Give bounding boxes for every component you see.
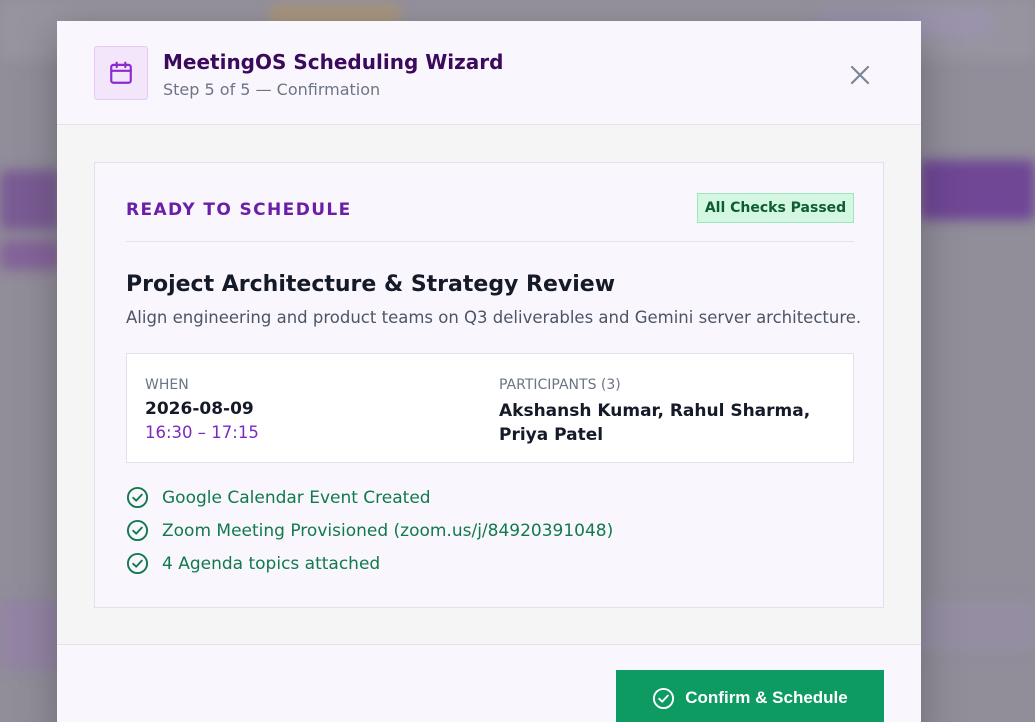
close-button[interactable] [846, 61, 874, 89]
summary-card: READY TO SCHEDULE All Checks Passed Proj… [94, 162, 884, 608]
modal-header: MeetingOS Scheduling Wizard Step 5 of 5 … [57, 21, 921, 125]
meeting-time: 16:30 – 17:15 [145, 423, 259, 442]
participants-list: Akshansh Kumar, Rahul Sharma, Priya Pate… [499, 401, 811, 445]
modal-title: MeetingOS Scheduling Wizard [163, 50, 504, 74]
participants-label: PARTICIPANTS (3) [499, 377, 621, 393]
meeting-title: Project Architecture & Strategy Review [126, 272, 616, 297]
meeting-details: WHEN 2026-08-09 16:30 – 17:15 PARTICIPAN… [126, 353, 854, 463]
status-badge: All Checks Passed [697, 193, 854, 223]
check-calendar-event: Google Calendar Event Created [126, 486, 431, 509]
check-circle-icon [126, 519, 149, 542]
calendar-icon [94, 46, 148, 100]
modal-footer: Confirm & Schedule [57, 644, 921, 722]
status-heading: READY TO SCHEDULE [126, 200, 352, 220]
confirm-button-label: Confirm & Schedule [685, 688, 848, 707]
scheduling-wizard-modal: MeetingOS Scheduling Wizard Step 5 of 5 … [57, 21, 921, 722]
check-circle-icon [653, 687, 675, 709]
check-label: Google Calendar Event Created [162, 487, 431, 508]
divider [126, 241, 854, 242]
check-label: 4 Agenda topics attached [162, 553, 381, 574]
check-circle-icon [126, 552, 149, 575]
check-label: Zoom Meeting Provisioned (zoom.us/j/8492… [162, 520, 614, 541]
meeting-date: 2026-08-09 [145, 399, 254, 419]
check-circle-icon [126, 486, 149, 509]
modal-subtitle: Step 5 of 5 — Confirmation [163, 80, 381, 99]
check-zoom-meeting: Zoom Meeting Provisioned (zoom.us/j/8492… [126, 519, 613, 542]
close-icon [850, 65, 870, 85]
when-label: WHEN [145, 377, 189, 393]
check-agenda-topics: 4 Agenda topics attached [126, 552, 380, 575]
meeting-description: Align engineering and product teams on Q… [126, 308, 862, 327]
confirm-schedule-button[interactable]: Confirm & Schedule [616, 670, 884, 722]
